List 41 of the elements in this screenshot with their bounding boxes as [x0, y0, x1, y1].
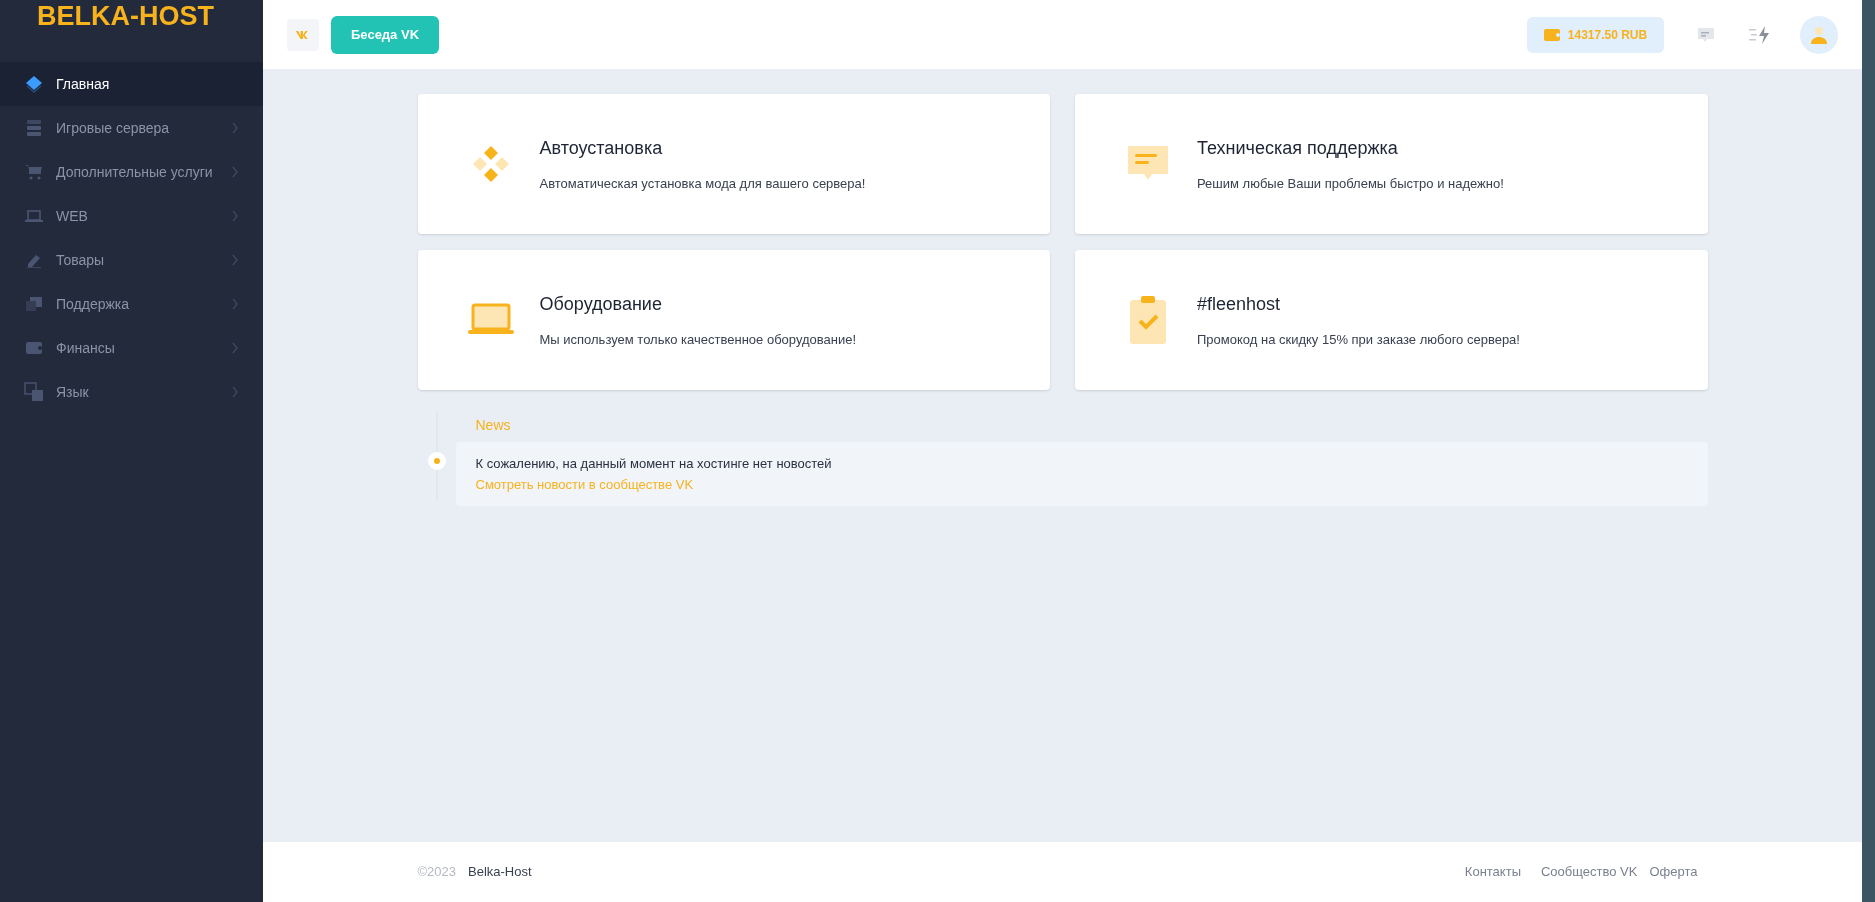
cart-icon [24, 162, 44, 182]
nav-label: Главная [56, 74, 111, 94]
nav-item[interactable]: Игровые сервера [0, 106, 263, 150]
card-title: Автоустановка [539, 136, 664, 160]
nav-label: Поддержка [56, 294, 131, 314]
layers-icon [24, 74, 44, 94]
user-icon [1809, 24, 1829, 45]
card-text: Автоматическая установка мода для вашего сервера! [539, 174, 866, 193]
copyright-year: ©2023 [417, 863, 456, 882]
nav-item[interactable]: Финансы [0, 326, 263, 370]
nav-item[interactable]: WEB [0, 194, 263, 238]
card-text: Промокод на скидку 15% при заказе любого сервера! [1197, 330, 1520, 349]
footer-brand: Belka-Host [468, 863, 532, 882]
wallet-icon [1543, 27, 1560, 42]
nav-label: WEB [56, 206, 89, 226]
clipboard-check-icon [1128, 294, 1168, 346]
news-title: News [475, 416, 512, 435]
news-message: К сожалению, на данный момент на хостинге нет новостей [475, 454, 833, 473]
nav-item[interactable]: Дополнительные услуги [0, 150, 263, 194]
card-title: #fleenhost [1197, 292, 1282, 316]
nav-label: Товары [56, 250, 106, 270]
nav-item[interactable]: Товары [0, 238, 263, 282]
footer-link[interactable]: Контакты [1464, 862, 1521, 882]
nav-label: Игровые сервера [56, 118, 171, 138]
nav-label: Финансы [56, 338, 116, 358]
card-title: Оборудование [539, 292, 663, 316]
vk-logo-icon[interactable] [287, 18, 319, 51]
card-title: Техническая поддержка [1197, 136, 1399, 160]
card-text: Мы используем только качественное оборудование! [539, 330, 857, 349]
lightning-icon[interactable] [1748, 24, 1772, 45]
avatar[interactable] [1800, 15, 1838, 54]
footer-link[interactable]: Сообщество VK [1541, 862, 1638, 882]
logo[interactable]: BELKA-HOST [37, 0, 214, 30]
card-text: Решим любые Ваши проблемы быстро и надежно! [1197, 174, 1504, 193]
footer-link[interactable]: Оферта [1649, 862, 1698, 882]
nav-item[interactable]: Язык [0, 370, 263, 414]
nav-label: Дополнительные услуги [56, 162, 214, 182]
server-icon [24, 118, 44, 138]
nav-item[interactable]: Поддержка [0, 282, 263, 326]
nav-label: Язык [56, 382, 90, 402]
nav-item[interactable]: Главная [0, 62, 263, 106]
